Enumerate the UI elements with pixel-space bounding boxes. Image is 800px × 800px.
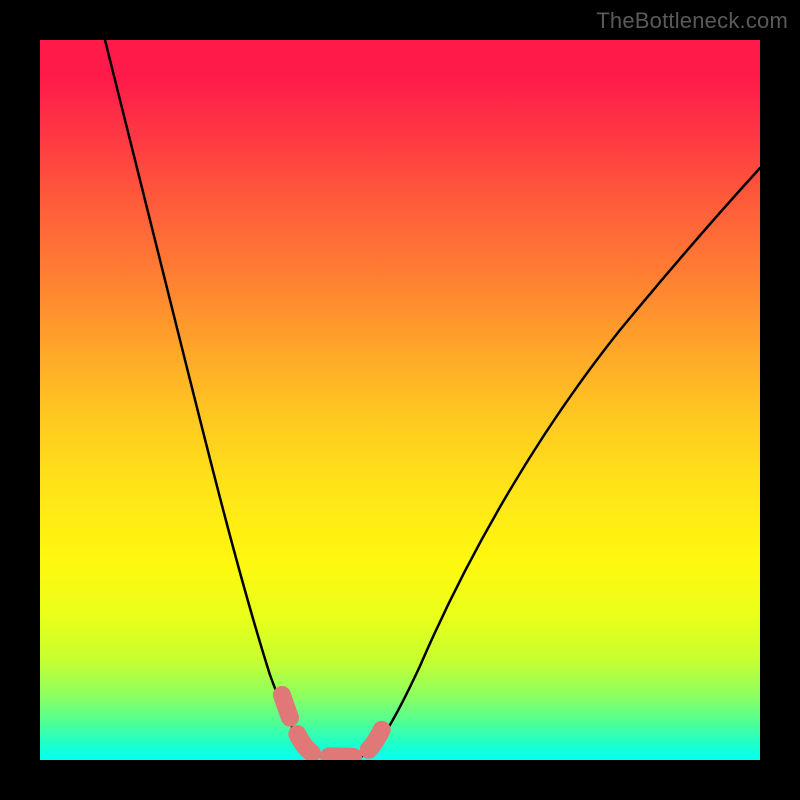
- watermark-text: TheBottleneck.com: [596, 8, 788, 34]
- plot-area: [40, 40, 760, 760]
- chart-frame: TheBottleneck.com: [0, 0, 800, 800]
- bottleneck-curve: [90, 40, 760, 757]
- bottleneck-curve-svg: [40, 40, 760, 760]
- highlight-dash: [282, 695, 386, 757]
